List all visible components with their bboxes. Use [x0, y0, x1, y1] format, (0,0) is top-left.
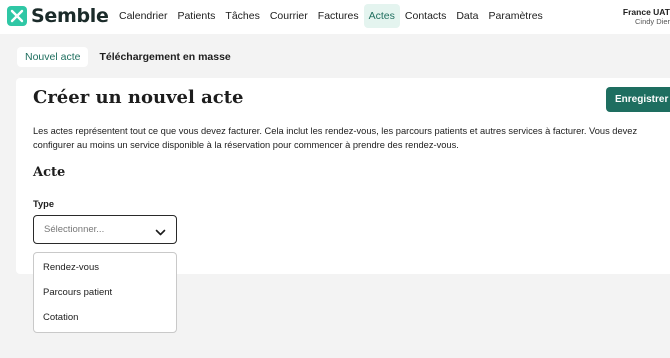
tab-nouvel-acte[interactable]: Nouvel acte [17, 47, 89, 67]
type-dropdown-menu: Rendez-vous Parcours patient Cotation [33, 252, 177, 333]
save-button[interactable]: Enregistrer [606, 87, 670, 112]
dropdown-option-rendez-vous[interactable]: Rendez-vous [34, 255, 176, 280]
app-name: Semble [31, 5, 109, 27]
page-description: Les actes représentent tout ce que vous … [33, 126, 638, 150]
nav-item-parametres[interactable]: Paramètres [484, 4, 548, 28]
type-field-label: Type [33, 199, 55, 209]
type-select[interactable]: Sélectionner... [33, 215, 177, 244]
page-title: Créer un nouvel acte [33, 87, 244, 108]
account-user-name: Cindy Dier [634, 17, 670, 26]
section-title: Acte [33, 165, 66, 180]
nav-item-data[interactable]: Data [451, 4, 483, 28]
type-select-placeholder: Sélectionner... [44, 224, 105, 235]
nav-item-taches[interactable]: Tâches [220, 4, 264, 28]
nav-item-factures[interactable]: Factures [313, 4, 364, 28]
sub-tabs: Nouvel acte Téléchargement en masse [17, 47, 242, 67]
dropdown-option-parcours-patient[interactable]: Parcours patient [34, 280, 176, 305]
nav-item-courrier[interactable]: Courrier [265, 4, 313, 28]
tab-telechargement-en-masse[interactable]: Téléchargement en masse [91, 47, 238, 67]
account-menu[interactable]: France UAT Cindy Dier [623, 7, 670, 27]
nav-item-actes[interactable]: Actes [363, 4, 400, 28]
nav-item-contacts[interactable]: Contacts [400, 4, 451, 28]
nav-item-patients[interactable]: Patients [172, 4, 220, 28]
dropdown-option-cotation[interactable]: Cotation [34, 305, 176, 330]
semble-logo-icon [7, 6, 27, 26]
app-logo[interactable]: Semble [7, 6, 109, 26]
account-organization: France UAT [622, 7, 670, 17]
top-navigation-bar: Semble Calendrier Patients Tâches Courri… [0, 0, 670, 34]
create-act-card: Créer un nouvel acte Enregistrer Les act… [16, 78, 670, 274]
chevron-down-icon [155, 225, 166, 243]
main-nav: Calendrier Patients Tâches Courrier Fact… [114, 4, 548, 28]
nav-item-calendrier[interactable]: Calendrier [114, 4, 172, 28]
